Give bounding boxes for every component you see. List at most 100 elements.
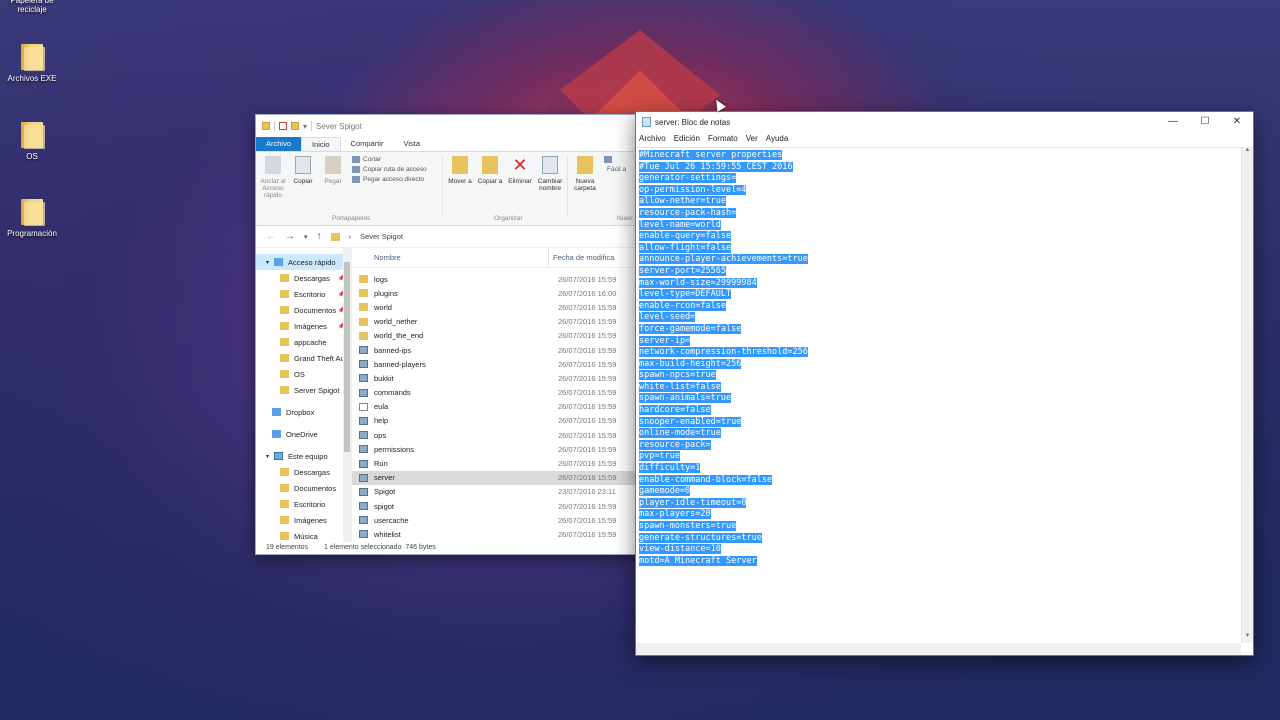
up-arrow-icon[interactable]: ↑ [317, 231, 322, 242]
nav-scrollbar[interactable] [343, 248, 351, 542]
explorer-titlebar[interactable]: ▾ Sever Spigot [256, 115, 640, 137]
desktop-icon-archivos-exe[interactable]: Archivos EXE [0, 44, 64, 83]
expand-chevron-icon[interactable]: ▾ [266, 259, 269, 266]
menu-formato[interactable]: Formato [708, 134, 738, 143]
quick-toolbar-dropdown-icon[interactable]: ▾ [303, 122, 307, 131]
menu-ayuda[interactable]: Ayuda [766, 134, 789, 143]
recycle-bin-label: Papelera de reciclaje [10, 0, 54, 14]
scroll-up-icon[interactable]: ▲ [1242, 147, 1253, 157]
recent-locations-icon[interactable]: ▾ [304, 233, 308, 241]
file-row[interactable]: world_the_end 26/07/2016 15:59 [352, 329, 640, 343]
nav-quick-item[interactable]: OS [256, 366, 351, 382]
notepad-vertical-scrollbar[interactable]: ▲ ▼ [1241, 147, 1253, 643]
file-date: 26/07/2016 15:59 [558, 331, 617, 341]
new-folder-icon[interactable] [291, 122, 299, 130]
file-row[interactable]: Run 26/07/2016 15:59 [352, 456, 640, 470]
file-row[interactable]: world_nether 26/07/2016 15:59 [352, 315, 640, 329]
tab-compartir[interactable]: Compartir [341, 137, 394, 151]
nav-quick-item[interactable]: Descargas 📌 [256, 270, 351, 286]
file-row[interactable]: spigot 26/07/2016 15:59 [352, 499, 640, 513]
file-row[interactable]: permissions 26/07/2016 15:59 [352, 442, 640, 456]
nav-quick-item[interactable]: appcache [256, 334, 351, 350]
text-line: max-world-size=29999984 [639, 277, 1241, 290]
breadcrumb-chevron-icon[interactable]: › [349, 232, 352, 241]
nav-onedrive[interactable]: OneDrive [256, 426, 351, 442]
file-row[interactable]: banned-ips 26/07/2016 15:59 [352, 343, 640, 357]
notepad-window[interactable]: server: Bloc de notas — ☐ ✕ Archivo Edic… [635, 111, 1254, 656]
file-explorer-window[interactable]: ▾ Sever Spigot Archivo Inicio Compartir … [255, 114, 641, 555]
nav-quick-item[interactable]: Escritorio 📌 [256, 286, 351, 302]
selected-text: level-name=world [639, 219, 721, 230]
expand-chevron-icon[interactable]: ▾ [266, 453, 269, 460]
nav-pc-item[interactable]: Descargas [256, 464, 351, 480]
easy-access-button[interactable]: Fácil a [604, 166, 626, 173]
tab-archivo[interactable]: Archivo [256, 137, 302, 151]
tab-inicio[interactable]: Inicio [301, 137, 341, 151]
nav-pc-item[interactable]: Escritorio [256, 496, 351, 512]
nav-quick-item[interactable]: Server Spigot [256, 382, 351, 398]
notepad-titlebar[interactable]: server: Bloc de notas — ☐ ✕ [636, 112, 1253, 132]
maximize-button[interactable]: ☐ [1189, 112, 1221, 132]
properties-icon[interactable] [279, 122, 287, 130]
pin-icon [265, 156, 281, 174]
copy-path-button[interactable]: Copiar ruta de acceso [352, 166, 440, 173]
nav-pc-item[interactable]: Música [256, 528, 351, 542]
move-to-button[interactable]: Mover a [445, 156, 475, 225]
file-name: bukkit [374, 373, 394, 383]
column-date[interactable]: Fecha de modifica [549, 253, 614, 262]
file-row[interactable]: ops 26/07/2016 15:59 [352, 428, 640, 442]
close-button[interactable]: ✕ [1221, 112, 1253, 132]
pin-quick-access-button[interactable]: Anclar al Acceso rápido [258, 156, 288, 225]
file-row[interactable]: whitelist 26/07/2016 15:59 [352, 527, 640, 541]
nav-pc-item[interactable]: Documentos [256, 480, 351, 496]
copy-button[interactable]: Copiar [288, 156, 318, 225]
notepad-horizontal-scrollbar[interactable] [636, 643, 1241, 655]
paste-shortcut-button[interactable]: Pegar acceso directo [352, 176, 440, 183]
status-bar: 19 elementos 1 elemento seleccionado 746… [256, 541, 640, 554]
file-row[interactable]: plugins 26/07/2016 16:00 [352, 286, 640, 300]
file-row[interactable]: world 26/07/2016 15:59 [352, 300, 640, 314]
file-name: world_nether [374, 317, 418, 327]
desktop-icon-recycle-bin[interactable]: Papelera de reciclaje [0, 0, 64, 14]
file-date: 26/07/2016 15:59 [558, 444, 617, 454]
nav-quick-item[interactable]: Documentos 📌 [256, 302, 351, 318]
file-row[interactable]: banned-players 26/07/2016 15:59 [352, 357, 640, 371]
menu-edicion[interactable]: Edición [674, 134, 700, 143]
column-name[interactable]: Nombre [352, 248, 549, 267]
file-row[interactable]: eula 26/07/2016 15:59 [352, 400, 640, 414]
file-icon [359, 346, 368, 355]
forward-arrow-icon[interactable]: → [285, 231, 295, 242]
nav-pc-item[interactable]: Imágenes [256, 512, 351, 528]
new-item-button[interactable] [604, 156, 624, 163]
tab-vista[interactable]: Vista [393, 137, 430, 151]
text-line: spawn-monsters=true [639, 521, 1241, 533]
scrollbar-thumb[interactable] [344, 262, 350, 452]
file-row[interactable]: usercache 26/07/2016 15:59 [352, 513, 640, 527]
file-row[interactable]: server 26/07/2016 15:59 [352, 470, 640, 485]
back-arrow-icon[interactable]: ← [266, 231, 276, 242]
folder-icon [280, 386, 289, 394]
text-line: #Tue Jul 26 15:59:55 CEST 2016 [639, 161, 1241, 174]
menu-archivo[interactable]: Archivo [639, 134, 666, 143]
rename-button[interactable]: Cambiar nombre [535, 156, 565, 225]
breadcrumb[interactable]: Sever Spigot [360, 232, 403, 241]
file-row[interactable]: Spigot 23/07/2016 23:11 [352, 485, 640, 499]
desktop-icon-os[interactable]: OS [0, 122, 64, 161]
folder-icon [280, 306, 289, 314]
file-row[interactable]: bukkit 26/07/2016 15:59 [352, 371, 640, 385]
file-row[interactable]: commands 26/07/2016 15:59 [352, 386, 640, 400]
notepad-text-area[interactable]: #Minecraft server properties #Tue Jul 26 … [636, 147, 1241, 643]
nav-dropbox[interactable]: Dropbox [256, 404, 351, 420]
nav-quick-item[interactable]: Grand Theft Auto [256, 350, 351, 366]
nav-quick-access[interactable]: ▾ Acceso rápido [256, 254, 351, 270]
cut-button[interactable]: Cortar [352, 156, 440, 163]
menu-ver[interactable]: Ver [746, 134, 758, 143]
minimize-button[interactable]: — [1157, 112, 1189, 132]
nav-quick-item[interactable]: Imágenes 📌 [256, 318, 351, 334]
scroll-down-icon[interactable]: ▼ [1242, 633, 1253, 643]
new-folder-button[interactable]: Nueva carpeta [570, 156, 600, 225]
nav-this-pc[interactable]: ▾ Este equipo [256, 448, 351, 464]
desktop-icon-programacion[interactable]: Programación [0, 199, 64, 238]
file-row[interactable]: help 26/07/2016 15:59 [352, 414, 640, 428]
file-row[interactable]: logs 26/07/2016 15:59 [352, 272, 640, 286]
